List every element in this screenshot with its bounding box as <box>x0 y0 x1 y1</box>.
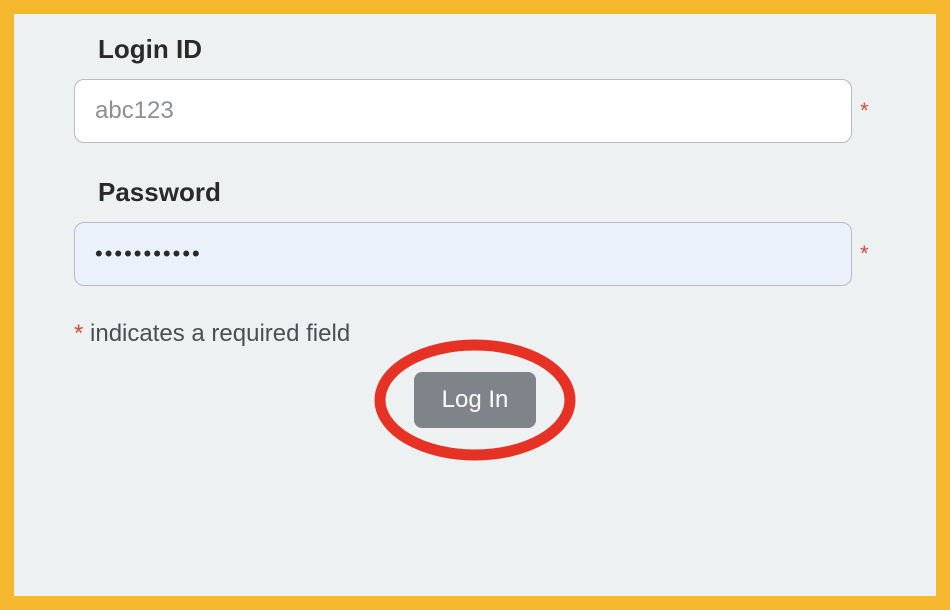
required-note-star: * <box>74 320 83 347</box>
password-input[interactable] <box>74 222 852 286</box>
login-id-label: Login ID <box>98 34 876 65</box>
login-id-input[interactable] <box>74 79 852 143</box>
login-id-required-star: * <box>860 98 876 124</box>
password-group: Password * <box>74 177 876 286</box>
login-button-area: Log In <box>74 372 876 428</box>
login-id-group: Login ID * <box>74 34 876 143</box>
login-button[interactable]: Log In <box>414 372 537 428</box>
password-label: Password <box>98 177 876 208</box>
password-required-star: * <box>860 241 876 267</box>
login-form-frame: Login ID * Password * * indicates a requ… <box>0 0 950 610</box>
login-id-row: * <box>74 79 876 143</box>
required-note-text: indicates a required field <box>83 320 350 347</box>
password-row: * <box>74 222 876 286</box>
required-note: * indicates a required field <box>74 320 876 348</box>
